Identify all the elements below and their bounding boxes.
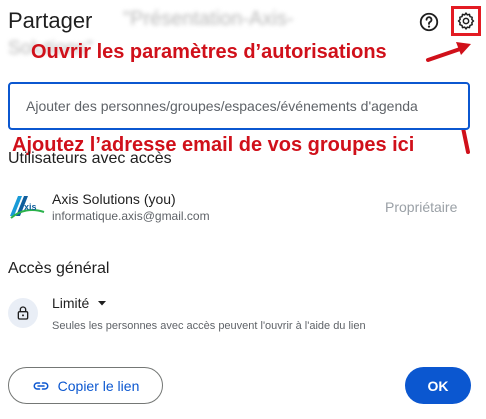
- access-description: Seules les personnes avec accès peuvent …: [52, 320, 366, 332]
- users-section-heading: Utilisateurs avec accès: [8, 150, 172, 167]
- general-access-heading: Accès général: [8, 260, 110, 277]
- axis-logo-icon: xis: [10, 196, 45, 219]
- access-level-dropdown[interactable]: Limité: [52, 295, 107, 311]
- ok-button[interactable]: OK: [405, 367, 471, 404]
- add-people-input[interactable]: [8, 82, 470, 130]
- arrow-to-settings: [426, 46, 465, 62]
- user-name: Axis Solutions (you): [52, 191, 176, 207]
- caret-down-icon: [98, 301, 107, 306]
- avatar-text: xis: [24, 202, 37, 212]
- lock-badge: [8, 298, 38, 328]
- lock-icon: [17, 306, 29, 320]
- avatar: xis: [8, 192, 46, 222]
- user-email: informatique.axis@gmail.com: [52, 209, 210, 223]
- user-role: Propriétaire: [385, 199, 458, 215]
- settings-annotation: Ouvrir les paramètres d’autorisations: [31, 41, 387, 63]
- access-level-label: Limité: [52, 295, 90, 311]
- link-icon: [33, 381, 49, 390]
- copy-link-button[interactable]: Copier le lien: [8, 367, 163, 404]
- copy-link-label: Copier le lien: [57, 377, 140, 394]
